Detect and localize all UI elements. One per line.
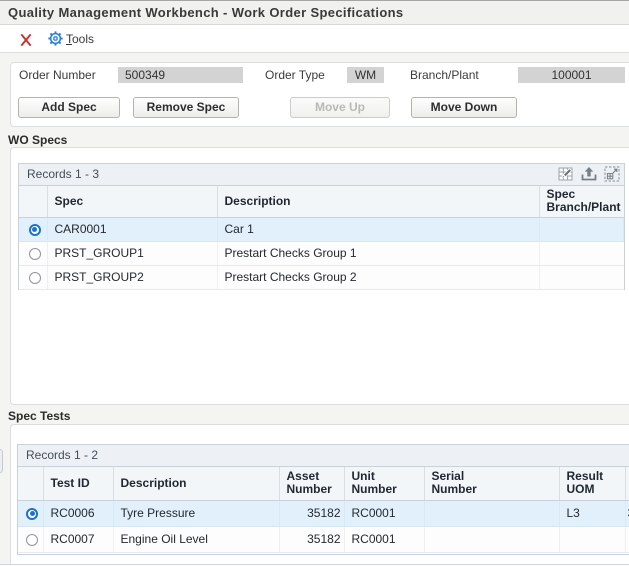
wo-specs-row-2-spec[interactable]: PRST_GROUP1 [47,241,217,265]
spec-tests-records-count: Records 1 - 2 [26,448,98,462]
wo-specs-row-2-spec-branch-plant[interactable] [539,241,624,265]
spec-tests-row-2-clipped-value[interactable] [625,526,629,552]
wo-specs-row-3-description[interactable]: Prestart Checks Group 2 [217,265,539,289]
order-number-field: 500349 [118,67,243,83]
spec-tests-grid-header-bar: Records 1 - 2 [18,445,629,467]
close-icon[interactable] [19,33,33,47]
order-type-field: WM [347,67,384,83]
spec-tests-row-2-test-id[interactable]: RC0007 [43,526,113,552]
spec-tests-row-1-asset-number[interactable]: 35182 [279,500,344,526]
spec-tests-row-2-radio[interactable] [26,534,38,546]
window-titlebar: Quality Management Workbench - Work Orde… [0,0,629,25]
wo-specs-row-3-radio[interactable] [29,272,41,284]
spec-tests-table: Test ID Description Asset Number Unit Nu… [18,467,629,553]
spec-tests-row-1-test-id[interactable]: RC0006 [43,500,113,526]
wo-specs-row-3-spec[interactable]: PRST_GROUP2 [47,265,217,289]
wo-specs-row-1-description[interactable]: Car 1 [217,217,539,241]
wo-specs-select-column-header [19,186,47,217]
spec-tests-col-test-id[interactable]: Test ID [43,467,113,500]
wo-specs-section-title: WO Specs [8,133,67,147]
wo-specs-row-1[interactable]: CAR0001 Car 1 [19,217,624,241]
spec-tests-col-serial-number[interactable]: Serial Number [424,467,559,500]
wo-specs-col-description[interactable]: Description [217,186,539,217]
spec-tests-row-1-serial-number[interactable] [424,500,559,526]
wo-specs-row-3[interactable]: PRST_GROUP2 Prestart Checks Group 2 [19,265,624,289]
order-type-label: Order Type [265,68,325,82]
move-up-button: Move Up [290,97,390,118]
spec-tests-col-asset-number[interactable]: Asset Number [279,467,344,500]
spec-tests-row-1-radio-cell [18,500,43,526]
spec-tests-col-clipped [625,467,629,500]
gear-icon[interactable] [48,31,63,46]
spec-tests-row-1[interactable]: RC0006 Tyre Pressure 35182 RC0001 L3 3 [18,500,629,526]
spec-tests-row-2-asset-number[interactable]: 35182 [279,526,344,552]
branch-plant-label: Branch/Plant [410,68,479,82]
wo-specs-row-2-description[interactable]: Prestart Checks Group 1 [217,241,539,265]
form-toolbar: Tools [0,25,629,53]
wo-specs-row-3-radio-cell [19,265,47,289]
maximize-grid-icon[interactable] [604,166,620,182]
spec-tests-row-1-clipped-value[interactable]: 3 [625,500,629,526]
spec-tests-row-1-result-uom[interactable]: L3 [559,500,625,526]
wo-specs-row-3-spec-branch-plant[interactable] [539,265,624,289]
remove-spec-button[interactable]: Remove Spec [133,97,239,118]
move-down-button[interactable]: Move Down [411,97,517,118]
spec-tests-row-2-result-uom[interactable] [559,526,625,552]
wo-specs-grid: Records 1 - 3 [18,163,625,290]
tools-menu-label-rest: ools [72,32,94,46]
wo-specs-col-spec-branch-plant[interactable]: Spec Branch/Plant [539,186,624,217]
wo-specs-row-1-spec[interactable]: CAR0001 [47,217,217,241]
wo-specs-row-1-radio-cell [19,217,47,241]
spec-tests-row-1-radio-selected[interactable] [26,508,38,520]
spec-tests-col-unit-number[interactable]: Unit Number [344,467,424,500]
spec-tests-select-column-header [18,467,43,500]
add-spec-button[interactable]: Add Spec [18,97,120,118]
wo-specs-row-1-spec-branch-plant[interactable] [539,217,624,241]
wo-specs-header-row: Spec Description Spec Branch/Plant [19,186,624,217]
application-window: Quality Management Workbench - Work Orde… [0,0,629,566]
spec-tests-row-2-serial-number[interactable] [424,526,559,552]
spec-tests-row-1-unit-number[interactable]: RC0001 [344,500,424,526]
wo-specs-row-2-radio[interactable] [29,248,41,260]
spec-tests-row-2-unit-number[interactable]: RC0001 [344,526,424,552]
spec-tests-header-row: Test ID Description Asset Number Unit Nu… [18,467,629,500]
window-title: Quality Management Workbench - Work Orde… [8,5,403,20]
spec-tests-col-description[interactable]: Description [113,467,279,500]
export-grid-data-icon[interactable] [581,166,597,182]
wo-specs-grid-header-bar: Records 1 - 3 [19,164,624,186]
spec-tests-section-title: Spec Tests [8,409,70,423]
left-edge-splitter-handle[interactable] [0,449,3,473]
spec-tests-row-1-description[interactable]: Tyre Pressure [113,500,279,526]
spec-tests-row-2-description[interactable]: Engine Oil Level [113,526,279,552]
wo-specs-table: Spec Description Spec Branch/Plant CAR00… [19,186,624,290]
branch-plant-field: 100001 [518,67,625,83]
wo-specs-records-count: Records 1 - 3 [27,167,99,181]
wo-specs-grid-icons [558,166,620,182]
wo-specs-col-spec[interactable]: Spec [47,186,217,217]
spec-tests-row-2-radio-cell [18,526,43,552]
customize-grid-icon[interactable] [558,166,574,182]
wo-specs-row-1-radio-selected[interactable] [29,224,41,236]
spec-tests-row-2[interactable]: RC0007 Engine Oil Level 35182 RC0001 [18,526,629,552]
spec-tests-grid: Records 1 - 2 Test ID Description Asset … [17,444,629,555]
wo-specs-row-2[interactable]: PRST_GROUP1 Prestart Checks Group 1 [19,241,624,265]
spec-tests-col-result-uom[interactable]: Result UOM [559,467,625,500]
tools-menu[interactable]: Tools [66,32,94,46]
wo-specs-row-2-radio-cell [19,241,47,265]
order-number-label: Order Number [19,68,96,82]
